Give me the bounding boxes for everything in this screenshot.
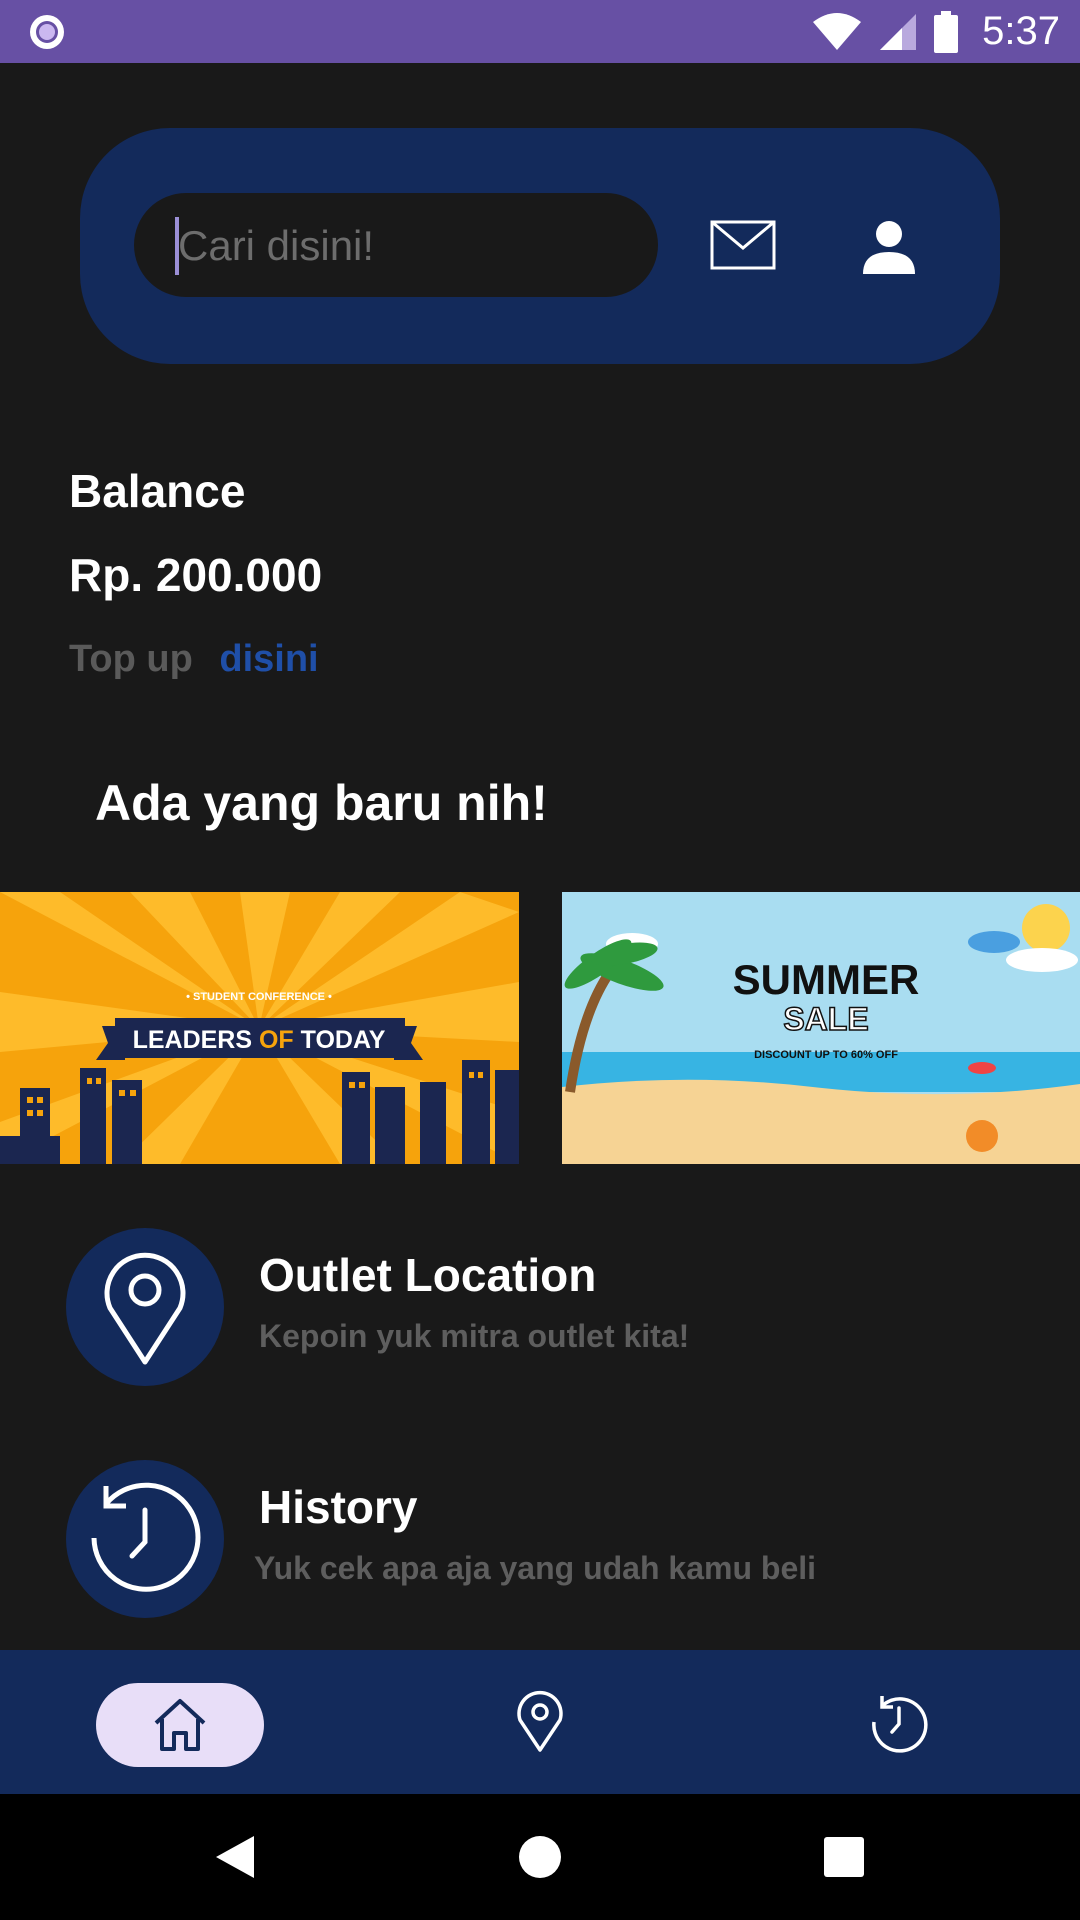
history-icon-circle xyxy=(66,1460,224,1618)
topup-row: Top up disini xyxy=(69,638,319,681)
profile-icon[interactable] xyxy=(862,220,916,274)
home-icon xyxy=(154,1699,206,1751)
nav-home[interactable] xyxy=(96,1683,264,1767)
section-title: Ada yang baru nih! xyxy=(95,775,548,831)
search-input[interactable] xyxy=(176,193,640,299)
history-clock-icon xyxy=(91,1482,201,1592)
history-item[interactable]: History Yuk cek apa aja yang udah kamu b… xyxy=(66,1460,1026,1618)
banner-summer-sale[interactable]: SUMMER SALE DISCOUNT UP TO 60% OFF xyxy=(562,892,1080,1164)
battery-icon xyxy=(934,10,959,53)
banner2-subtitle: DISCOUNT UP TO 60% OFF xyxy=(754,1049,898,1061)
cell-signal-icon xyxy=(880,13,917,50)
status-bar: 5:37 xyxy=(0,0,1080,63)
history-title: History xyxy=(259,1481,418,1533)
wifi-icon xyxy=(813,12,862,50)
location-pin-icon xyxy=(104,1252,186,1365)
header-card xyxy=(80,128,1000,364)
nav-location-pin-icon[interactable] xyxy=(512,1688,568,1754)
banner1-label-small: • STUDENT CONFERENCE • xyxy=(186,991,332,1003)
banner2-title-line1: SUMMER xyxy=(733,956,920,1003)
home-circle-icon[interactable] xyxy=(519,1836,561,1878)
mail-icon[interactable] xyxy=(710,220,776,270)
balance-value: Rp. 200.000 xyxy=(69,549,323,601)
outlet-icon-circle xyxy=(66,1228,224,1386)
history-subtitle: Yuk cek apa aja yang udah kamu beli xyxy=(254,1550,817,1586)
bottom-nav xyxy=(0,1650,1080,1794)
outlet-subtitle: Kepoin yuk mitra outlet kita! xyxy=(259,1318,690,1354)
back-icon[interactable] xyxy=(214,1834,256,1880)
system-nav-bar xyxy=(0,1794,1080,1920)
summer-illustration: SUMMER SALE DISCOUNT UP TO 60% OFF xyxy=(562,892,1080,1164)
nav-history-clock-icon[interactable] xyxy=(868,1692,930,1754)
recents-icon[interactable] xyxy=(824,1837,864,1877)
status-time: 5:37 xyxy=(982,9,1060,53)
circle-notification-icon xyxy=(30,15,64,49)
topup-text: Top up xyxy=(69,638,193,680)
banner2-title-line2: SALE xyxy=(783,1001,868,1037)
search-box[interactable] xyxy=(134,193,658,299)
banner-student-conference[interactable]: • STUDENT CONFERENCE • LEADERS OF TODAY xyxy=(0,892,519,1164)
outlet-title: Outlet Location xyxy=(259,1249,597,1301)
banner1-title: LEADERS OF TODAY xyxy=(133,1026,386,1054)
topup-link[interactable]: disini xyxy=(219,638,318,680)
outlet-location-item[interactable]: Outlet Location Kepoin yuk mitra outlet … xyxy=(66,1228,1026,1386)
balance-label: Balance xyxy=(69,465,246,517)
conference-illustration: • STUDENT CONFERENCE • LEADERS OF TODAY xyxy=(0,892,519,1164)
